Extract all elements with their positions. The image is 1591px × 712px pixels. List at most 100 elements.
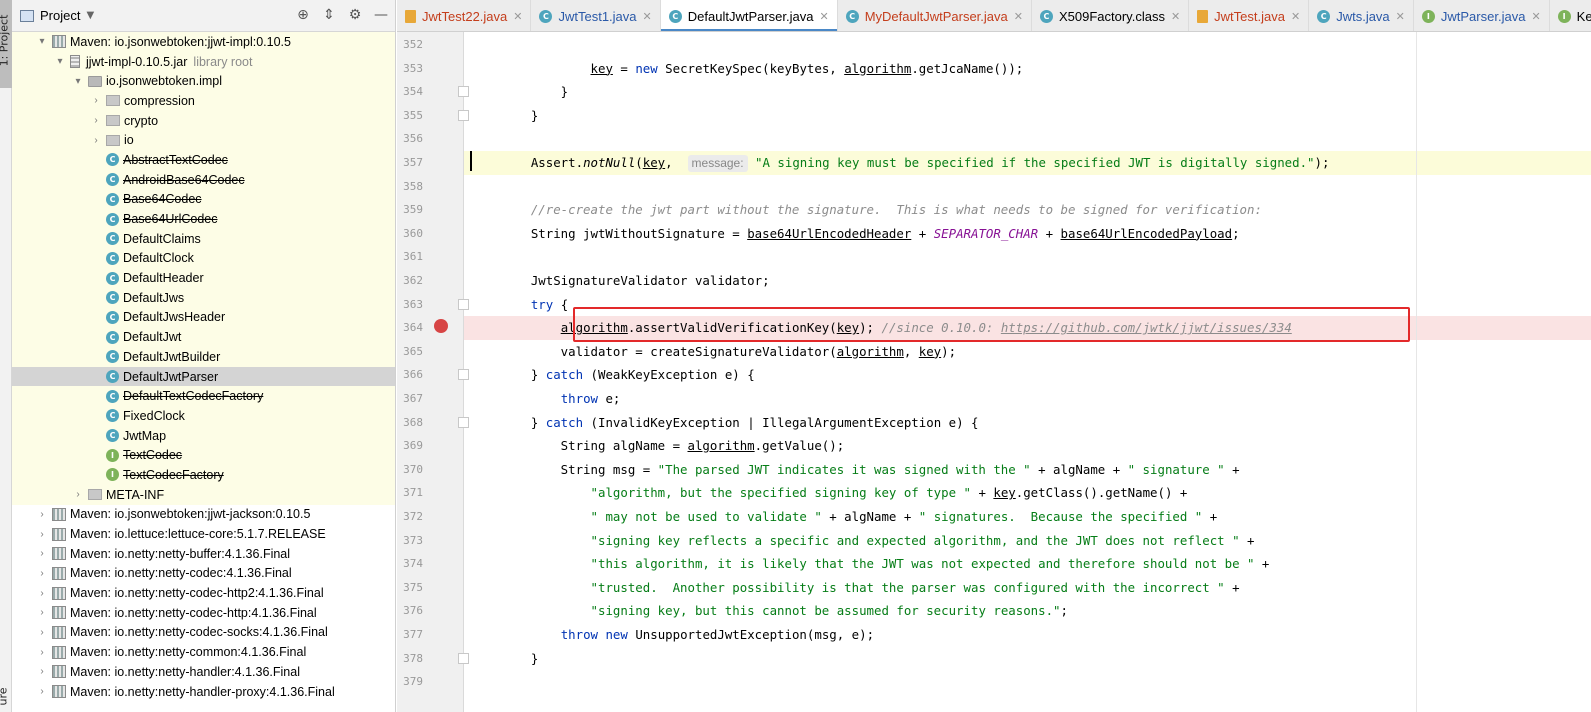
tree-item-label: Maven: io.netty:netty-codec-http:4.1.36.…	[70, 605, 317, 620]
editor-tab[interactable]: C Jwts.java ✕	[1309, 0, 1414, 31]
tree-item[interactable]: › Maven: io.netty:netty-buffer:4.1.36.Fin…	[12, 544, 395, 564]
tree-item[interactable]: C FixedClock	[12, 406, 395, 426]
editor-tabs: JwtTest22.java ✕ C JwtTest1.java ✕ C DefaultJw…	[397, 0, 1591, 32]
tree-item[interactable]: C DefaultTextCodecFactory	[12, 386, 395, 407]
line-number: 358	[403, 179, 423, 193]
structure-tool-tab[interactable]: ure	[0, 680, 12, 712]
minimize-icon[interactable]: —	[373, 7, 389, 23]
project-tool-tab[interactable]: 1: Project	[0, 0, 12, 88]
tree-item[interactable]: C DefaultClock	[12, 248, 395, 269]
tree-item[interactable]: C DefaultJwtParser	[12, 366, 395, 387]
tree-item-label: DefaultTextCodecFactory	[123, 389, 264, 404]
close-icon[interactable]: ✕	[1531, 10, 1540, 23]
tree-item[interactable]: › META-INF	[12, 484, 395, 505]
chevron-right-icon[interactable]: ›	[36, 548, 48, 559]
editor-tab[interactable]: C MyDefaultJwtParser.java ✕	[838, 0, 1032, 31]
tree-item[interactable]: › Maven: io.netty:netty-handler:4.1.36.Fi…	[12, 662, 395, 682]
tree-item[interactable]: › compression	[12, 91, 395, 111]
editor-tab[interactable]: C DefaultJwtParser.java ✕	[660, 0, 838, 31]
tree-item[interactable]: › Maven: io.netty:netty-codec:4.1.36.Fina…	[12, 564, 395, 584]
line-number: 369	[403, 439, 423, 453]
line-number: 354	[403, 85, 423, 99]
tree-item[interactable]: › Maven: io.lettuce:lettuce-core:5.1.7.RE…	[12, 524, 395, 544]
class-icon: C	[106, 429, 119, 443]
tree-item[interactable]: › io	[12, 130, 395, 151]
editor-tab[interactable]: C X509Factory.class ✕	[1032, 0, 1190, 31]
tree-item[interactable]: C JwtMap	[12, 425, 395, 446]
tree-item[interactable]: C DefaultClaims	[12, 228, 395, 249]
tree-item[interactable]: C DefaultJwtBuilder	[12, 347, 395, 367]
chevron-right-icon[interactable]: ›	[36, 666, 48, 677]
editor-tab[interactable]: I JwtParser.java ✕	[1414, 0, 1550, 31]
chevron-down-icon[interactable]: ▾	[36, 36, 48, 47]
close-icon[interactable]: ✕	[1291, 10, 1300, 23]
library-icon	[52, 645, 66, 659]
tree-item[interactable]: › Maven: io.netty:netty-codec-socks:4.1.3…	[12, 623, 395, 643]
tree-item[interactable]: › Maven: io.netty:netty-codec-http:4.1.36…	[12, 603, 395, 623]
code-editor[interactable]: key = new SecretKeySpec(keyBytes, algori…	[464, 32, 1591, 712]
editor-tab[interactable]: JwtTest22.java ✕	[397, 0, 532, 31]
chevron-right-icon[interactable]: ›	[72, 489, 84, 500]
close-icon[interactable]: ✕	[643, 10, 652, 23]
fold-marker-icon[interactable]	[458, 652, 469, 664]
fold-marker-icon[interactable]	[458, 369, 469, 381]
chevron-right-icon[interactable]: ›	[36, 588, 48, 599]
tree-item[interactable]: C DefaultJwsHeader	[12, 307, 395, 328]
chevron-down-icon[interactable]: ▼	[86, 10, 94, 21]
tree-item[interactable]: ▾ Maven: io.jsonwebtoken:jjwt-impl:0.10.5	[12, 32, 395, 52]
tree-item[interactable]: C AndroidBase64Codec	[12, 169, 395, 190]
locate-icon[interactable]: ⊕	[295, 7, 311, 23]
tree-item[interactable]: C DefaultJws	[12, 287, 395, 308]
tree-item[interactable]: C DefaultJwt	[12, 327, 395, 347]
tree-item[interactable]: C DefaultHeader	[12, 268, 395, 288]
tree-item[interactable]: C Base64Codec	[12, 189, 395, 210]
editor-tab[interactable]: I Key.java	[1550, 0, 1591, 31]
tree-item[interactable]: › crypto	[12, 110, 395, 131]
tree-item[interactable]: I TextCodecFactory	[12, 465, 395, 485]
tree-item[interactable]: ▾ jjwt-impl-0.10.5.jar library root	[12, 51, 395, 72]
chevron-down-icon[interactable]: ▾	[54, 56, 66, 67]
editor-tab-label: DefaultJwtParser.java	[687, 8, 814, 24]
editor-tab[interactable]: JwtTest.java ✕	[1189, 0, 1310, 31]
tree-item[interactable]: › Maven: io.netty:netty-handler-proxy:4.1…	[12, 682, 395, 702]
chevron-right-icon[interactable]: ›	[36, 686, 48, 697]
tree-item[interactable]: I TextCodec	[12, 445, 395, 466]
close-icon[interactable]: ✕	[1171, 10, 1180, 23]
chevron-right-icon[interactable]: ›	[90, 95, 102, 106]
fold-marker-icon[interactable]	[458, 416, 469, 428]
tree-item[interactable]: C Base64UrlCodec	[12, 209, 395, 229]
gear-icon[interactable]: ⚙	[347, 7, 363, 23]
chevron-right-icon[interactable]: ›	[36, 529, 48, 540]
project-panel-title[interactable]: Project	[40, 8, 80, 23]
breakpoint-icon[interactable]	[434, 319, 448, 333]
close-icon[interactable]: ✕	[1396, 10, 1405, 23]
close-icon[interactable]: ✕	[1014, 10, 1023, 23]
code-line: String msg = "The parsed JWT indicates i…	[501, 461, 1240, 477]
close-icon[interactable]: ✕	[513, 10, 522, 23]
tree-item-label: TextCodec	[123, 448, 183, 463]
chevron-right-icon[interactable]: ›	[36, 647, 48, 658]
collapse-all-icon[interactable]: ⇕	[321, 7, 337, 23]
tree-item[interactable]: › Maven: io.netty:netty-common:4.1.36.Fin…	[12, 642, 395, 662]
fold-marker-icon[interactable]	[458, 86, 469, 98]
chevron-right-icon[interactable]: ›	[90, 115, 102, 126]
tree-item[interactable]: ▾ io.jsonwebtoken.impl	[12, 71, 395, 92]
chevron-right-icon[interactable]: ›	[36, 509, 48, 520]
close-icon[interactable]: ✕	[819, 10, 828, 23]
tree-item[interactable]: › Maven: io.netty:netty-codec-http2:4.1.3…	[12, 583, 395, 603]
chevron-right-icon[interactable]: ›	[36, 568, 48, 579]
fold-marker-icon[interactable]	[458, 109, 469, 121]
chevron-right-icon[interactable]: ›	[90, 135, 102, 146]
class-icon: C	[106, 291, 119, 305]
fold-marker-icon[interactable]	[458, 298, 469, 310]
tree-item[interactable]: C AbstractTextCodec	[12, 150, 395, 170]
chevron-right-icon[interactable]: ›	[36, 607, 48, 618]
chevron-down-icon[interactable]: ▾	[72, 76, 84, 87]
line-number: 375	[403, 580, 423, 594]
tree-item[interactable]: › Maven: io.jsonwebtoken:jjwt-jackson:0.1…	[12, 505, 395, 525]
line-number: 377	[403, 628, 423, 641]
chevron-right-icon[interactable]: ›	[36, 627, 48, 638]
editor-tab[interactable]: C JwtTest1.java ✕	[531, 0, 661, 31]
code-line: "signing key, but this cannot be assumed…	[590, 603, 1068, 619]
text-caret	[470, 151, 472, 171]
